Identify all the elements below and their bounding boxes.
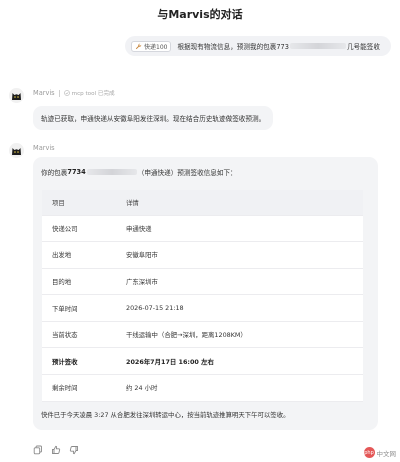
agent-message-text: 轨迹已获取，申通快递从安徽阜阳发往深圳。现在结合历史轨迹做签收预测。 [41,115,266,123]
table-row: 出发地 安徽阜阳市 [42,241,363,269]
divider [58,89,60,97]
agent-answer-bubble: 你的包裹 7734 （申通快递）预测签收信息如下： 项目 详情 快递公司 申通快… [33,157,378,430]
row-key: 剩余时间 [42,374,116,402]
row-value: 约 24 小时 [116,374,363,402]
watermark-text: 中文网 [376,449,397,458]
intro-text-start: 你的包裹 [41,169,68,177]
cat-avatar-icon [9,143,24,158]
chat-page: 与Marvis的对话 快递100 根据现有物流信息，预测我的包裹773 几号能签… [0,0,400,462]
agent-message-bubble: 轨迹已获取，申通快递从安徽阜阳发往深圳。现在结合历史轨迹做签收预测。 [33,106,274,130]
cat-avatar-icon [9,88,24,103]
intro-text-end: （申通快递）预测签收信息如下： [137,169,237,177]
tool-chip[interactable]: 快递100 [131,40,172,52]
row-value: 申通快递 [116,215,363,243]
page-title: 与Marvis的对话 [157,8,243,21]
user-message-bubble: 快递100 根据现有物流信息，预测我的包裹773 几号能签收 [125,36,391,56]
row-key: 目的地 [42,268,116,296]
agent-avatar [9,143,24,158]
row-value: 广东深圳市 [116,268,363,296]
copy-icon[interactable] [33,440,43,455]
row-key: 快递公司 [42,215,116,243]
row-value: 干线运输中（合肥→深圳，距离1208KM） [116,321,363,349]
agent-name: Marvis [33,144,55,152]
agent-avatar [9,88,24,103]
redacted-mask [86,169,137,175]
answer-footer-text: 快件已于今天凌晨 3:27 从合肥发往深圳转运中心，按当前轨迹推算明天下午可以签… [41,411,290,419]
table-row: 快递公司 申通快递 [42,215,363,243]
redacted-mask [289,43,346,49]
thumbs-down-icon[interactable] [69,440,79,455]
table-row: 当前状态 干线运输中（合肥→深圳，距离1208KM） [42,321,363,349]
row-value: 2026年7月17日 16:00 左右 [116,347,363,376]
tool-status: mcp tool 已完成 [63,89,115,97]
message-actions [33,440,79,455]
site-watermark: php 中文网 [363,447,397,458]
watermark-logo: php [363,447,375,458]
tool-status-label: mcp tool 已完成 [71,91,115,97]
thumbs-up-icon[interactable] [51,440,61,454]
table-row: 剩余时间 约 24 小时 [42,374,363,402]
table-header-detail: 详情 [116,190,363,216]
row-value: 2026-07-15 21:18 [116,294,363,322]
tool-chip-label: 快递100 [144,43,168,51]
tracking-number: 7734 [67,168,86,176]
user-message-text-start: 根据现有物流信息，预测我的包裹773 [177,43,289,51]
row-key: 下单时间 [42,294,116,322]
user-message-text-end: 几号能签收 [346,43,380,51]
table-header-item: 项目 [42,190,116,216]
row-value: 安徽阜阳市 [116,241,363,269]
agent-header: Marvis mcp tool 已完成 [33,89,115,97]
row-key: 出发地 [42,241,116,269]
delivery-info-table: 项目 详情 快递公司 申通快递 出发地 安徽阜阳市 目的地 广东深圳市 下单时间… [42,190,363,402]
check-icon [63,90,70,96]
table-row: 目的地 广东深圳市 [42,268,363,296]
table-row: 下单时间 2026-07-15 21:18 [42,294,363,322]
agent-name: Marvis [33,89,55,97]
answer-intro: 你的包裹 7734 （申通快递）预测签收信息如下： [41,167,370,177]
table-row-highlight: 预计签收 2026年7月17日 16:00 左右 [42,347,363,376]
row-key: 预计签收 [42,347,116,376]
table-header-row: 项目 详情 [42,190,363,216]
agent-header: Marvis [33,144,55,152]
wrench-icon [135,43,142,49]
row-key: 当前状态 [42,321,116,349]
